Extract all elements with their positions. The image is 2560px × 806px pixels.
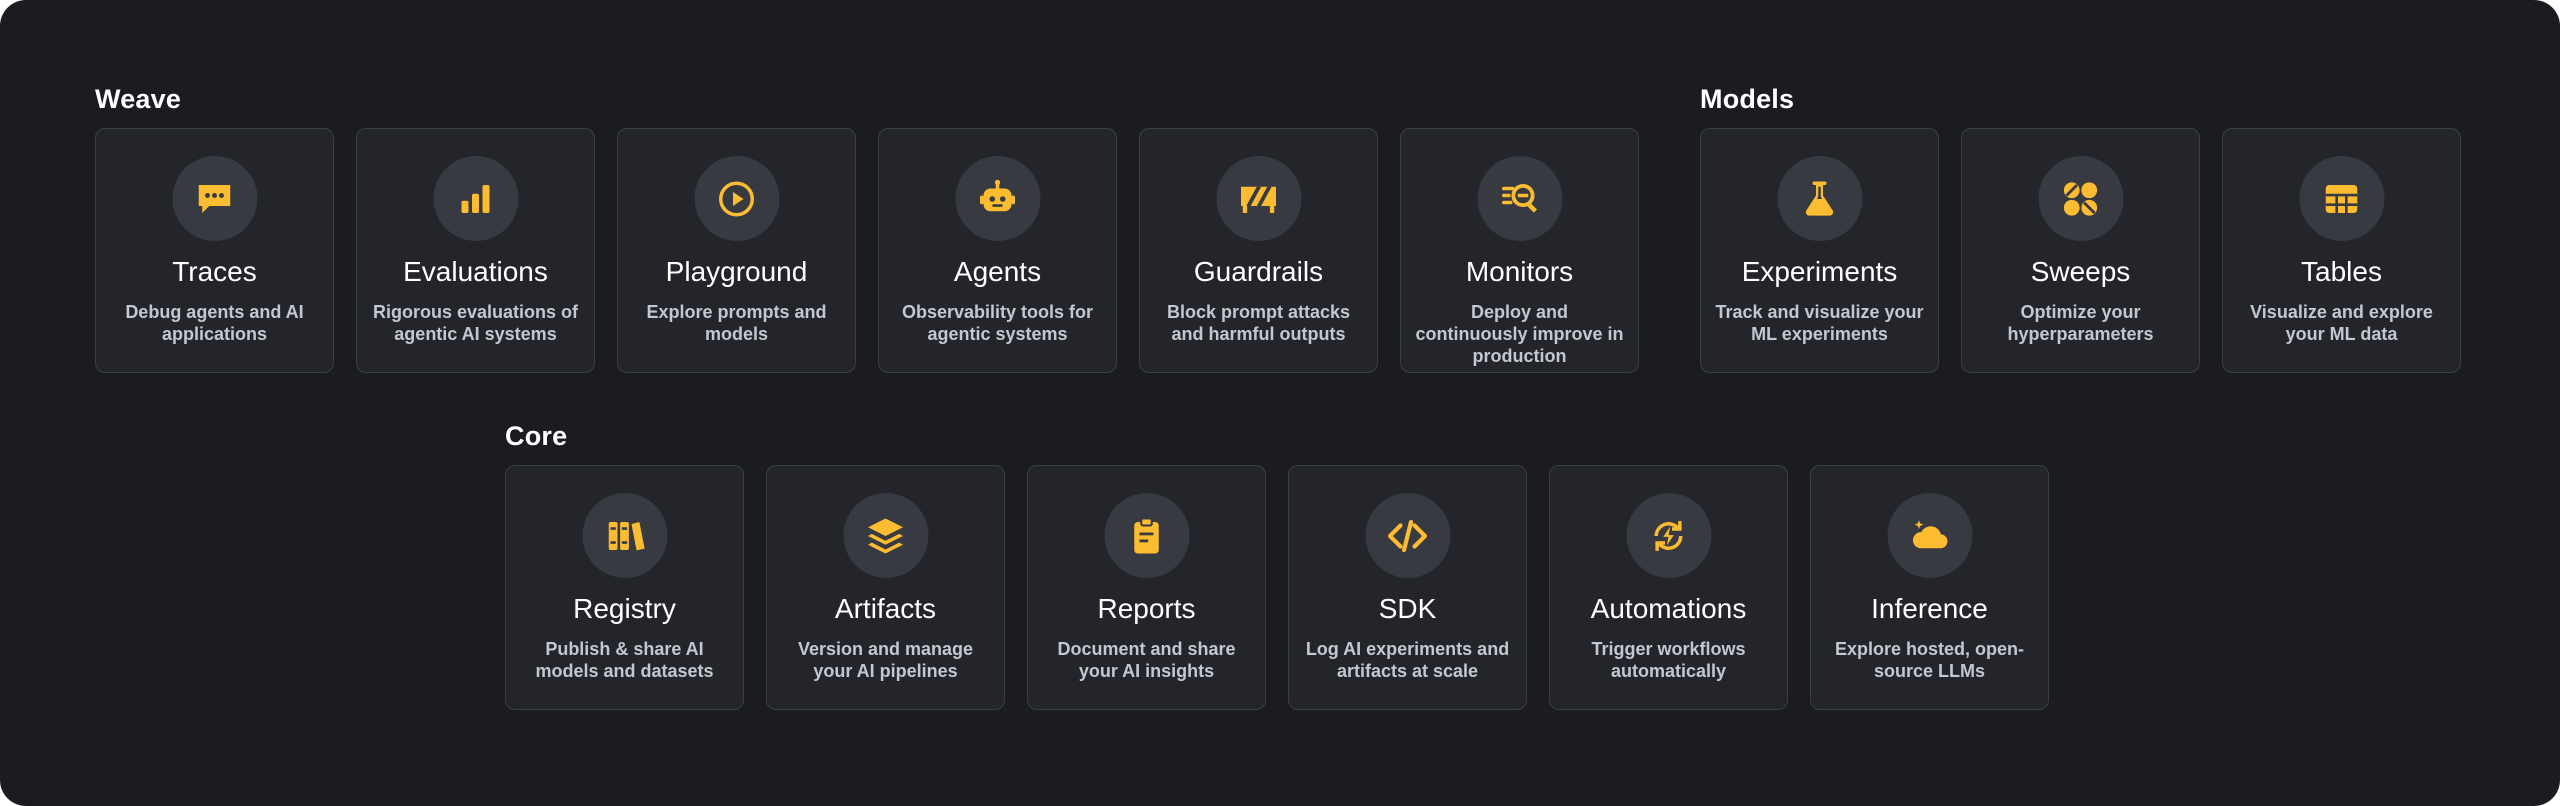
code-icon <box>1365 493 1450 578</box>
card-guardrails[interactable]: Guardrails Block prompt attacks and harm… <box>1139 128 1378 373</box>
card-monitors[interactable]: Monitors Deploy and continuously improve… <box>1400 128 1639 373</box>
card-artifacts[interactable]: Artifacts Version and manage your AI pip… <box>766 465 1005 710</box>
card-title: Tables <box>2301 256 2382 287</box>
lightning-cycle-icon <box>1626 493 1711 578</box>
card-title: Evaluations <box>403 256 548 287</box>
card-automations[interactable]: Automations Trigger workflows automatica… <box>1549 465 1788 710</box>
card-tables[interactable]: Tables Visualize and explore your ML dat… <box>2222 128 2461 373</box>
card-title: Agents <box>953 256 1042 287</box>
card-description: Publish & share AI models and datasets <box>535 639 714 681</box>
card-description: Observability tools for agentic systems <box>901 302 1094 344</box>
section-title-core: Core <box>505 421 568 451</box>
books-icon <box>582 493 667 578</box>
card-title: Experiments <box>1741 256 1898 287</box>
card-description: Version and manage your AI pipelines <box>797 639 974 681</box>
card-title: Traces <box>172 256 257 287</box>
weave-section: Weave Traces Debug agents and AI applica… <box>95 84 1643 374</box>
card-description: Track and visualize your ML experiments <box>1715 302 1924 344</box>
card-sdk[interactable]: SDK Log AI experiments and artifacts at … <box>1288 465 1527 710</box>
card-title: Monitors <box>1465 256 1574 287</box>
card-description: Visualize and explore your ML data <box>2250 302 2433 344</box>
card-description: Block prompt attacks and harmful outputs <box>1166 302 1351 344</box>
card-title: SDK <box>1378 593 1437 624</box>
card-sweeps[interactable]: Sweeps Optimize your hyperparameters <box>1961 128 2200 373</box>
card-description: Trigger workflows automatically <box>1591 639 1746 681</box>
section-title-weave: Weave <box>95 84 182 114</box>
section-title-models: Models <box>1700 84 1795 114</box>
table-grid-icon <box>2299 156 2384 241</box>
card-description: Explore hosted, open-source LLMs <box>1834 639 2025 681</box>
card-description: Explore prompts and models <box>646 302 827 344</box>
card-experiments[interactable]: Experiments Track and visualize your ML … <box>1700 128 1939 373</box>
flask-icon <box>1777 156 1862 241</box>
card-description: Optimize your hyperparameters <box>2007 302 2154 344</box>
card-registry[interactable]: Registry Publish & share AI models and d… <box>505 465 744 710</box>
card-title: Playground <box>665 256 808 287</box>
card-title: Registry <box>573 593 676 624</box>
card-title: Reports <box>1097 593 1196 624</box>
card-title: Artifacts <box>834 593 937 624</box>
card-traces[interactable]: Traces Debug agents and AI applications <box>95 128 334 373</box>
card-title: Automations <box>1590 593 1747 624</box>
card-description: Document and share your AI insights <box>1057 639 1236 681</box>
card-title: Guardrails <box>1193 256 1324 287</box>
chat-bubble-icon <box>172 156 257 241</box>
card-evaluations[interactable]: Evaluations Rigorous evaluations of agen… <box>356 128 595 373</box>
card-reports[interactable]: Reports Document and share your AI insig… <box>1027 465 1266 710</box>
card-agents[interactable]: Agents Observability tools for agentic s… <box>878 128 1117 373</box>
card-playground[interactable]: Playground Explore prompts and models <box>617 128 856 373</box>
layers-icon <box>843 493 928 578</box>
card-title: Inference <box>1871 593 1988 624</box>
barrier-icon <box>1216 156 1301 241</box>
cloud-sparkle-icon <box>1887 493 1972 578</box>
robot-icon <box>955 156 1040 241</box>
clipboard-icon <box>1104 493 1189 578</box>
card-description: Deploy and continuously improve in produ… <box>1415 302 1624 366</box>
sweeps-icon <box>2038 156 2123 241</box>
card-description: Log AI experiments and artifacts at scal… <box>1305 639 1510 681</box>
products-panel: Weave Traces Debug agents and AI applica… <box>0 0 2560 806</box>
core-section: Core Registry Publish & share AI models … <box>505 421 2053 711</box>
card-title: Sweeps <box>2030 256 2131 287</box>
models-section: Models Experiments Track and visualize y… <box>1700 84 2466 374</box>
card-inference[interactable]: Inference Explore hosted, open-source LL… <box>1810 465 2049 710</box>
play-circle-icon <box>694 156 779 241</box>
bar-chart-icon <box>433 156 518 241</box>
monitor-search-icon <box>1477 156 1562 241</box>
card-description: Debug agents and AI applications <box>125 302 304 344</box>
card-description: Rigorous evaluations of agentic AI syste… <box>372 302 579 344</box>
